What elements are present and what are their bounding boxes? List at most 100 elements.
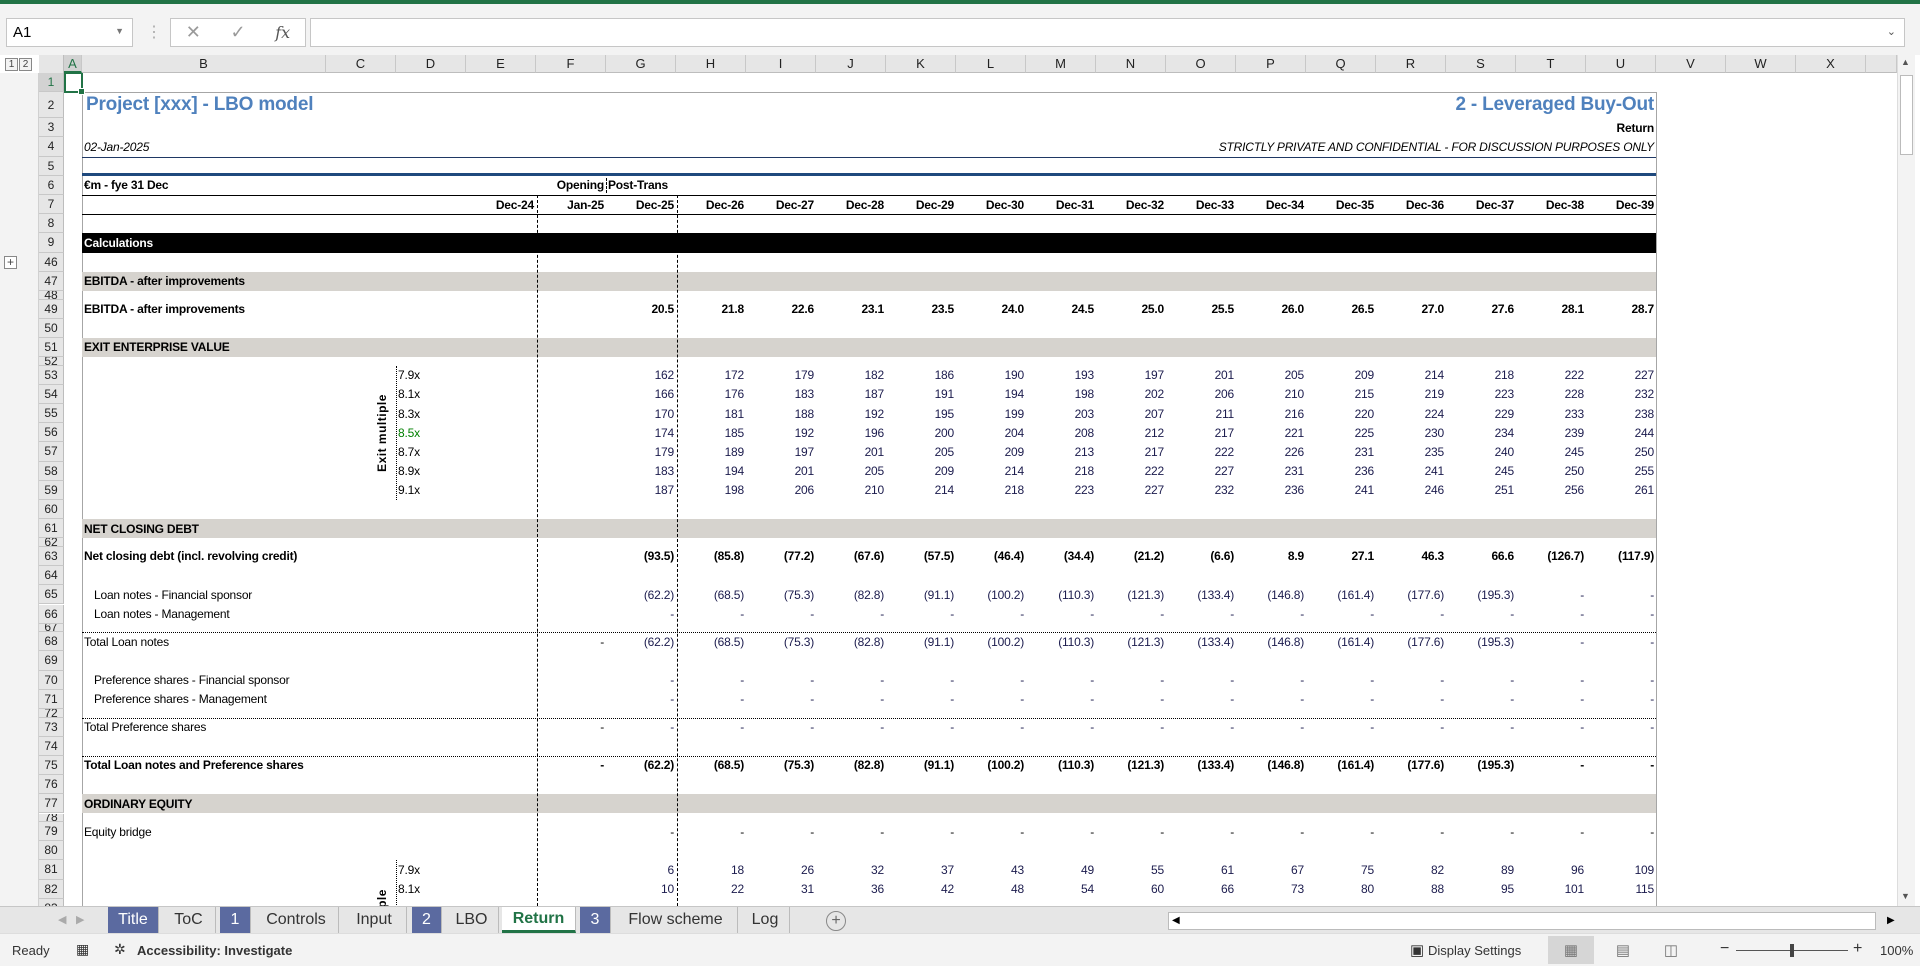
column-header-T[interactable]: T xyxy=(1516,55,1586,73)
value-cell[interactable]: 231 xyxy=(1306,442,1376,461)
value-cell[interactable]: (146.8) xyxy=(1236,632,1306,651)
value-cell[interactable]: 179 xyxy=(746,366,816,385)
value-cell[interactable]: - xyxy=(1586,756,1656,775)
value-cell[interactable]: - xyxy=(1376,822,1446,841)
value-cell[interactable]: 205 xyxy=(886,442,956,461)
value-cell[interactable]: (21.2) xyxy=(1096,547,1166,566)
value-cell[interactable]: 179 xyxy=(606,442,676,461)
value-cell[interactable]: - xyxy=(1026,605,1096,624)
value-cell[interactable]: (177.6) xyxy=(1376,756,1446,775)
value-cell[interactable]: - xyxy=(1166,718,1236,737)
value-cell[interactable]: - xyxy=(1236,718,1306,737)
row-header-2[interactable]: 2 xyxy=(39,92,64,119)
value-cell[interactable]: - xyxy=(1376,718,1446,737)
value-cell[interactable]: - xyxy=(746,822,816,841)
column-header-U[interactable]: U xyxy=(1586,55,1656,73)
row-header-48[interactable]: 48 xyxy=(39,291,64,300)
value-cell[interactable]: - xyxy=(1516,671,1586,690)
column-header-C[interactable]: C xyxy=(326,55,396,73)
value-cell[interactable]: 82 xyxy=(1376,860,1446,879)
value-cell[interactable]: (91.1) xyxy=(886,632,956,651)
value-cell[interactable]: (161.4) xyxy=(1306,632,1376,651)
value-cell[interactable]: 201 xyxy=(1166,366,1236,385)
value-cell[interactable]: - xyxy=(606,671,676,690)
value-cell[interactable]: - xyxy=(956,690,1026,709)
zoom-out-button[interactable]: − xyxy=(1720,940,1729,958)
value-cell[interactable]: 43 xyxy=(956,860,1026,879)
value-cell[interactable]: 55 xyxy=(1096,860,1166,879)
value-cell[interactable]: 182 xyxy=(816,366,886,385)
value-cell[interactable]: (110.3) xyxy=(1026,585,1096,604)
value-cell[interactable]: - xyxy=(746,605,816,624)
value-cell[interactable]: - xyxy=(1516,690,1586,709)
value-cell[interactable]: 54 xyxy=(1026,880,1096,899)
value-cell[interactable]: 261 xyxy=(1586,481,1656,500)
value-cell[interactable]: 88 xyxy=(1376,880,1446,899)
row-header-9[interactable]: 9 xyxy=(39,233,64,253)
value-cell[interactable]: 229 xyxy=(1446,404,1516,423)
page-break-preview-icon[interactable]: ◫ xyxy=(1648,936,1694,964)
value-cell[interactable]: 218 xyxy=(1446,366,1516,385)
value-cell[interactable]: - xyxy=(1446,822,1516,841)
value-cell[interactable]: 75 xyxy=(1306,860,1376,879)
value-cell[interactable]: (62.2) xyxy=(606,632,676,651)
value-cell[interactable]: 24.5 xyxy=(1026,300,1096,319)
value-cell[interactable]: (93.5) xyxy=(606,547,676,566)
value-cell[interactable]: 236 xyxy=(1236,481,1306,500)
value-cell[interactable]: 188 xyxy=(746,404,816,423)
value-cell[interactable]: - xyxy=(1026,671,1096,690)
value-cell[interactable]: - xyxy=(1306,822,1376,841)
display-settings-button[interactable]: Display Settings xyxy=(1428,943,1521,958)
value-cell[interactable]: 211 xyxy=(1166,404,1236,423)
value-cell[interactable]: 21.8 xyxy=(676,300,746,319)
value-cell[interactable]: 25.0 xyxy=(1096,300,1166,319)
value-cell[interactable]: 186 xyxy=(886,366,956,385)
value-cell[interactable]: (121.3) xyxy=(1096,632,1166,651)
row-header-3[interactable]: 3 xyxy=(39,118,64,138)
value-cell[interactable]: 27.0 xyxy=(1376,300,1446,319)
sel-cell[interactable] xyxy=(64,73,85,96)
value-cell[interactable]: 28.7 xyxy=(1586,300,1656,319)
value-cell[interactable]: - xyxy=(886,605,956,624)
expand-formula-icon[interactable]: ⌄ xyxy=(1887,25,1896,38)
value-cell[interactable]: 238 xyxy=(1586,404,1656,423)
value-cell[interactable]: - xyxy=(956,671,1026,690)
value-cell[interactable]: - xyxy=(1516,718,1586,737)
value-cell[interactable]: (62.2) xyxy=(606,756,676,775)
accessibility-status[interactable]: Accessibility: Investigate xyxy=(137,943,292,958)
value-cell[interactable]: - xyxy=(1236,671,1306,690)
tab-next-icon[interactable]: ▶ xyxy=(76,913,84,926)
value-cell[interactable]: (100.2) xyxy=(956,756,1026,775)
value-cell[interactable]: - xyxy=(1586,690,1656,709)
value-cell[interactable]: (75.3) xyxy=(746,632,816,651)
value-cell[interactable]: (68.5) xyxy=(676,585,746,604)
value-cell[interactable]: 22 xyxy=(676,880,746,899)
value-cell[interactable]: 220 xyxy=(1306,404,1376,423)
value-cell[interactable]: (195.3) xyxy=(1446,756,1516,775)
value-cell[interactable]: 209 xyxy=(886,462,956,481)
value-cell[interactable]: (121.3) xyxy=(1096,585,1166,604)
value-cell[interactable]: 193 xyxy=(1026,366,1096,385)
value-cell[interactable]: 27.6 xyxy=(1446,300,1516,319)
vertical-scrollbar[interactable]: ▲ ▼ xyxy=(1897,55,1915,906)
add-sheet-button[interactable]: + xyxy=(826,911,846,931)
value-cell[interactable]: (177.6) xyxy=(1376,632,1446,651)
row-header-5[interactable]: 5 xyxy=(39,156,64,176)
value-cell[interactable]: 222 xyxy=(1166,442,1236,461)
value-cell[interactable]: 202 xyxy=(1096,385,1166,404)
value-cell[interactable]: (62.2) xyxy=(606,585,676,604)
value-cell[interactable]: 194 xyxy=(676,462,746,481)
value-cell[interactable]: - xyxy=(1586,585,1656,604)
value-cell[interactable]: - xyxy=(606,605,676,624)
row-header-6[interactable]: 6 xyxy=(39,175,64,195)
chevron-down-icon[interactable]: ▼ xyxy=(115,26,124,36)
value-cell[interactable]: - xyxy=(1446,605,1516,624)
column-header-K[interactable]: K xyxy=(886,55,956,73)
value-cell[interactable]: 198 xyxy=(1026,385,1096,404)
value-cell[interactable]: 208 xyxy=(1026,423,1096,442)
value-cell[interactable]: 6 xyxy=(606,860,676,879)
row-header-8[interactable]: 8 xyxy=(39,214,64,234)
row-header-52[interactable]: 52 xyxy=(39,357,64,366)
value-cell[interactable]: - xyxy=(1586,605,1656,624)
value-cell[interactable]: 206 xyxy=(746,481,816,500)
